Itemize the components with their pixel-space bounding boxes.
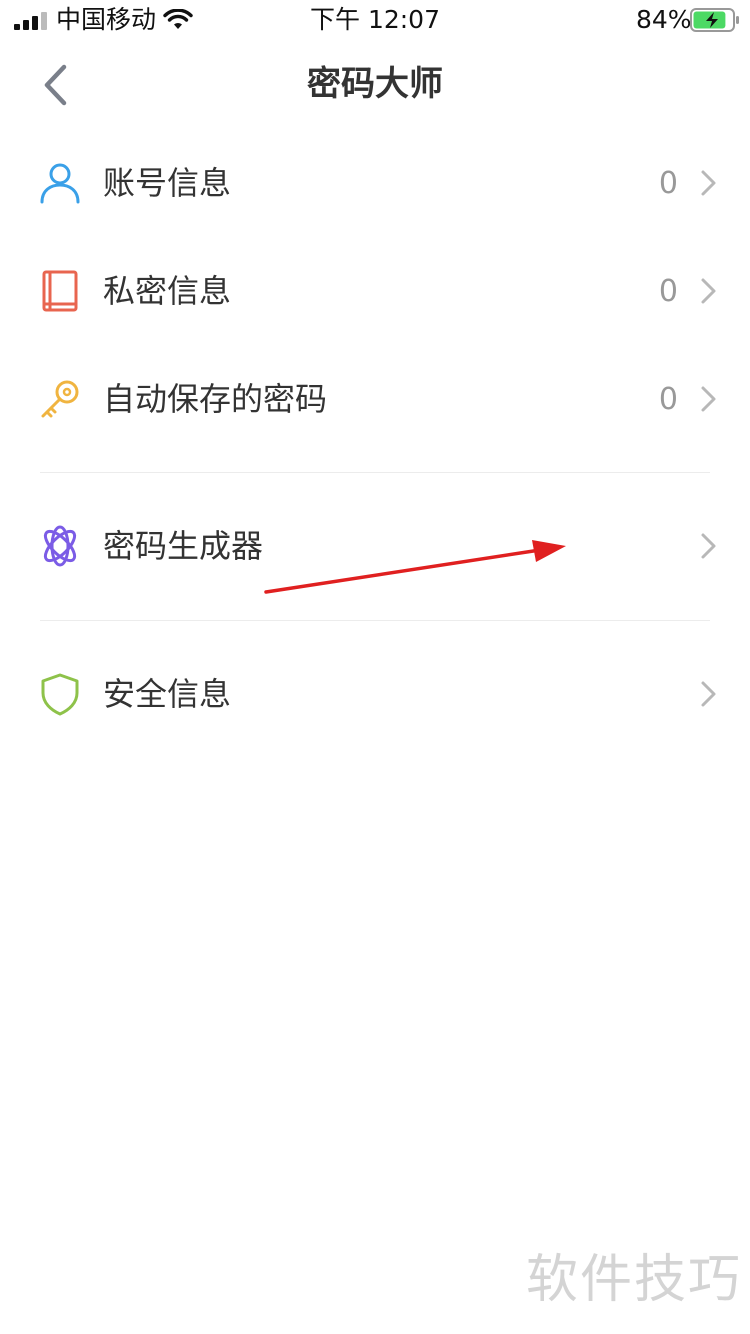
section-divider xyxy=(40,472,710,473)
book-icon xyxy=(42,270,78,312)
navigation-bar: 密码大师 xyxy=(0,40,750,130)
chevron-right-icon xyxy=(701,170,716,196)
menu-item-account-info[interactable]: 账号信息 0 xyxy=(0,129,750,237)
item-count: 0 xyxy=(658,382,678,417)
chevron-right-icon xyxy=(701,278,716,304)
user-icon xyxy=(40,163,80,204)
menu-item-label: 账号信息 xyxy=(103,164,232,202)
chevron-right-icon xyxy=(701,533,716,559)
menu-item-label: 密码生成器 xyxy=(103,527,264,565)
menu-item-password-generator[interactable]: 密码生成器 xyxy=(0,492,750,600)
menu-item-label: 私密信息 xyxy=(103,272,232,310)
menu-item-private-info[interactable]: 私密信息 0 xyxy=(0,237,750,345)
chevron-right-icon xyxy=(701,681,716,707)
watermark-text: 软件技巧 xyxy=(525,1250,742,1310)
menu-item-security-info[interactable]: 安全信息 xyxy=(0,640,750,748)
chevron-right-icon xyxy=(701,386,716,412)
shield-icon xyxy=(41,673,79,716)
item-count: 0 xyxy=(658,166,678,201)
menu-item-auto-saved-passwords[interactable]: 自动保存的密码 0 xyxy=(0,345,750,453)
section-divider xyxy=(40,620,710,621)
menu-item-label: 自动保存的密码 xyxy=(103,380,328,418)
key-icon xyxy=(41,380,79,418)
atom-icon xyxy=(43,525,77,567)
battery-percentage: 84% xyxy=(636,5,692,34)
item-count: 0 xyxy=(658,274,678,309)
status-bar: 中国移动 下午 12:07 84% xyxy=(0,0,750,40)
page-title: 密码大师 xyxy=(307,64,443,104)
battery-icon xyxy=(690,8,739,32)
menu-item-label: 安全信息 xyxy=(103,675,232,713)
